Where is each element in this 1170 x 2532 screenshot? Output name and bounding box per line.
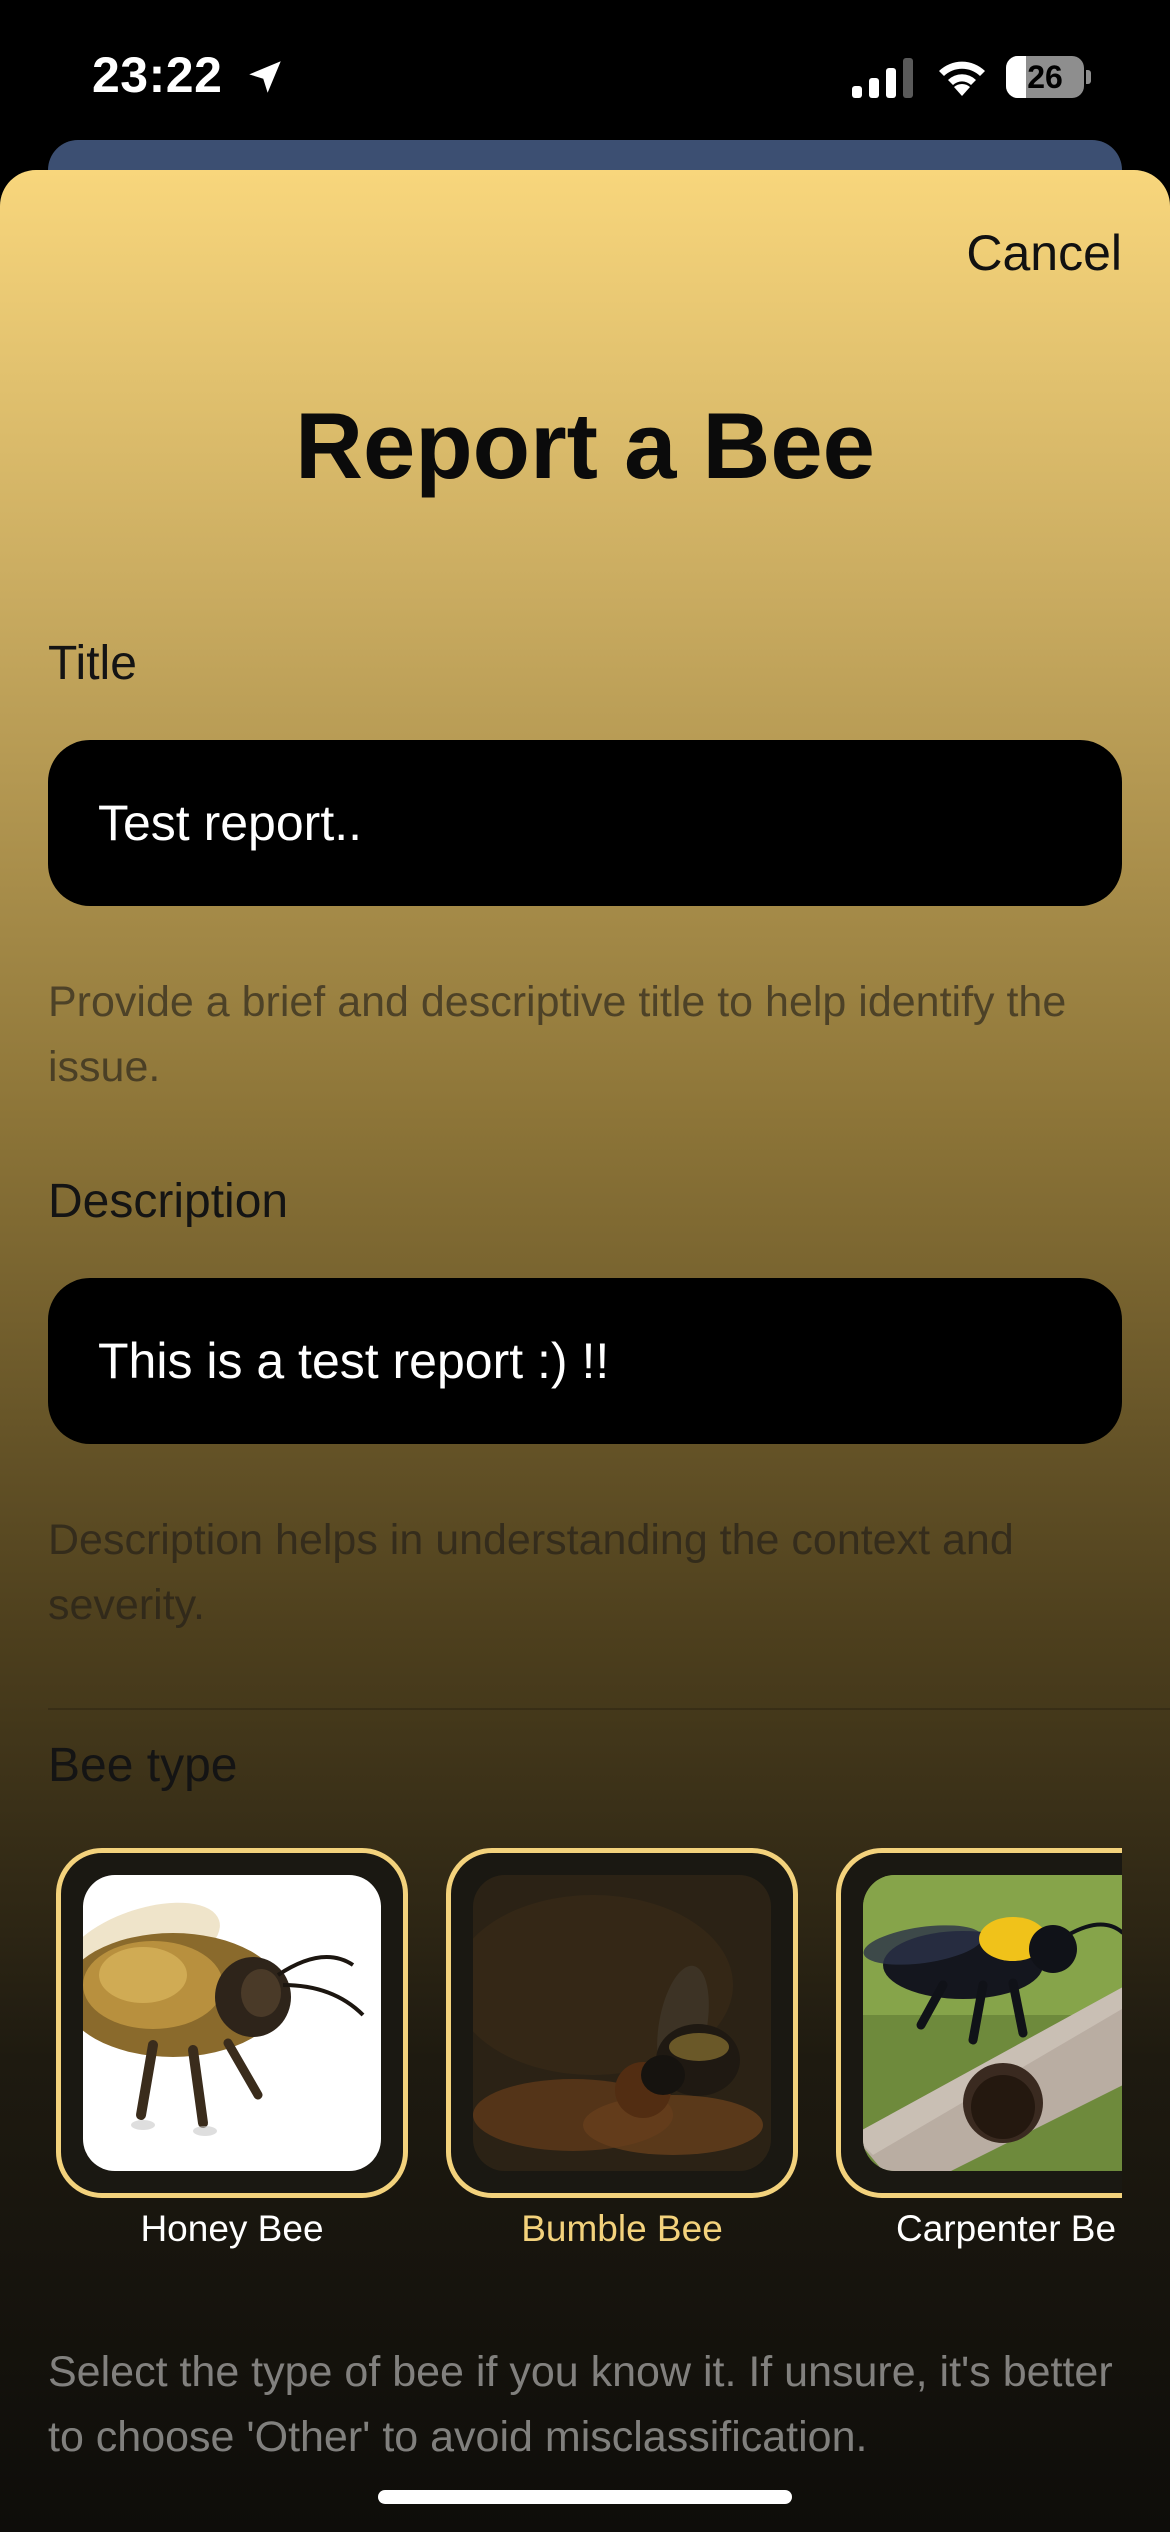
battery-level: 26 [1027, 59, 1063, 95]
bumble-bee-photo [473, 1875, 771, 2171]
description-label: Description [48, 1175, 289, 1228]
bee-card-honey-bee[interactable] [56, 1848, 408, 2198]
carpenter-bee-photo [863, 1875, 1122, 2171]
bee-type-helper-text: Select the type of bee if you know it. I… [48, 2348, 1113, 2461]
title-input[interactable]: Test report.. [48, 740, 1122, 906]
title-helper-text: Provide a brief and descriptive title to… [48, 978, 1067, 1091]
description-input-value: This is a test report :) !! [98, 1333, 610, 1389]
description-input[interactable]: This is a test report :) !! [48, 1278, 1122, 1444]
status-time: 23:22 [92, 47, 223, 103]
battery-indicator: 26 [1006, 56, 1091, 98]
wifi-icon [939, 61, 985, 96]
title-label: Title [48, 637, 137, 690]
bee-caption-carpenter-bee: Carpenter Be [896, 2208, 1117, 2249]
cellular-signal-icon [852, 58, 913, 98]
description-helper-text: Description helps in understanding the c… [48, 1516, 1014, 1629]
bee-caption-bumble-bee: Bumble Bee [521, 2208, 723, 2249]
section-divider [48, 1708, 1170, 1710]
page-title: Report a Bee [295, 393, 875, 498]
cancel-button[interactable]: Cancel [966, 224, 1122, 282]
home-indicator [378, 2490, 792, 2504]
location-arrow-icon [249, 61, 281, 93]
bee-type-scroller[interactable] [56, 1848, 1122, 2208]
bee-card-carpenter-bee[interactable] [836, 1848, 1122, 2198]
bee-type-label: Bee type [48, 1739, 238, 1792]
honey-bee-photo [83, 1875, 381, 2171]
bee-card-bumble-bee[interactable] [446, 1848, 798, 2198]
title-input-value: Test report.. [98, 795, 362, 851]
bee-caption-honey-bee: Honey Bee [140, 2208, 324, 2249]
status-bar: 23:22 26 [0, 0, 1170, 150]
